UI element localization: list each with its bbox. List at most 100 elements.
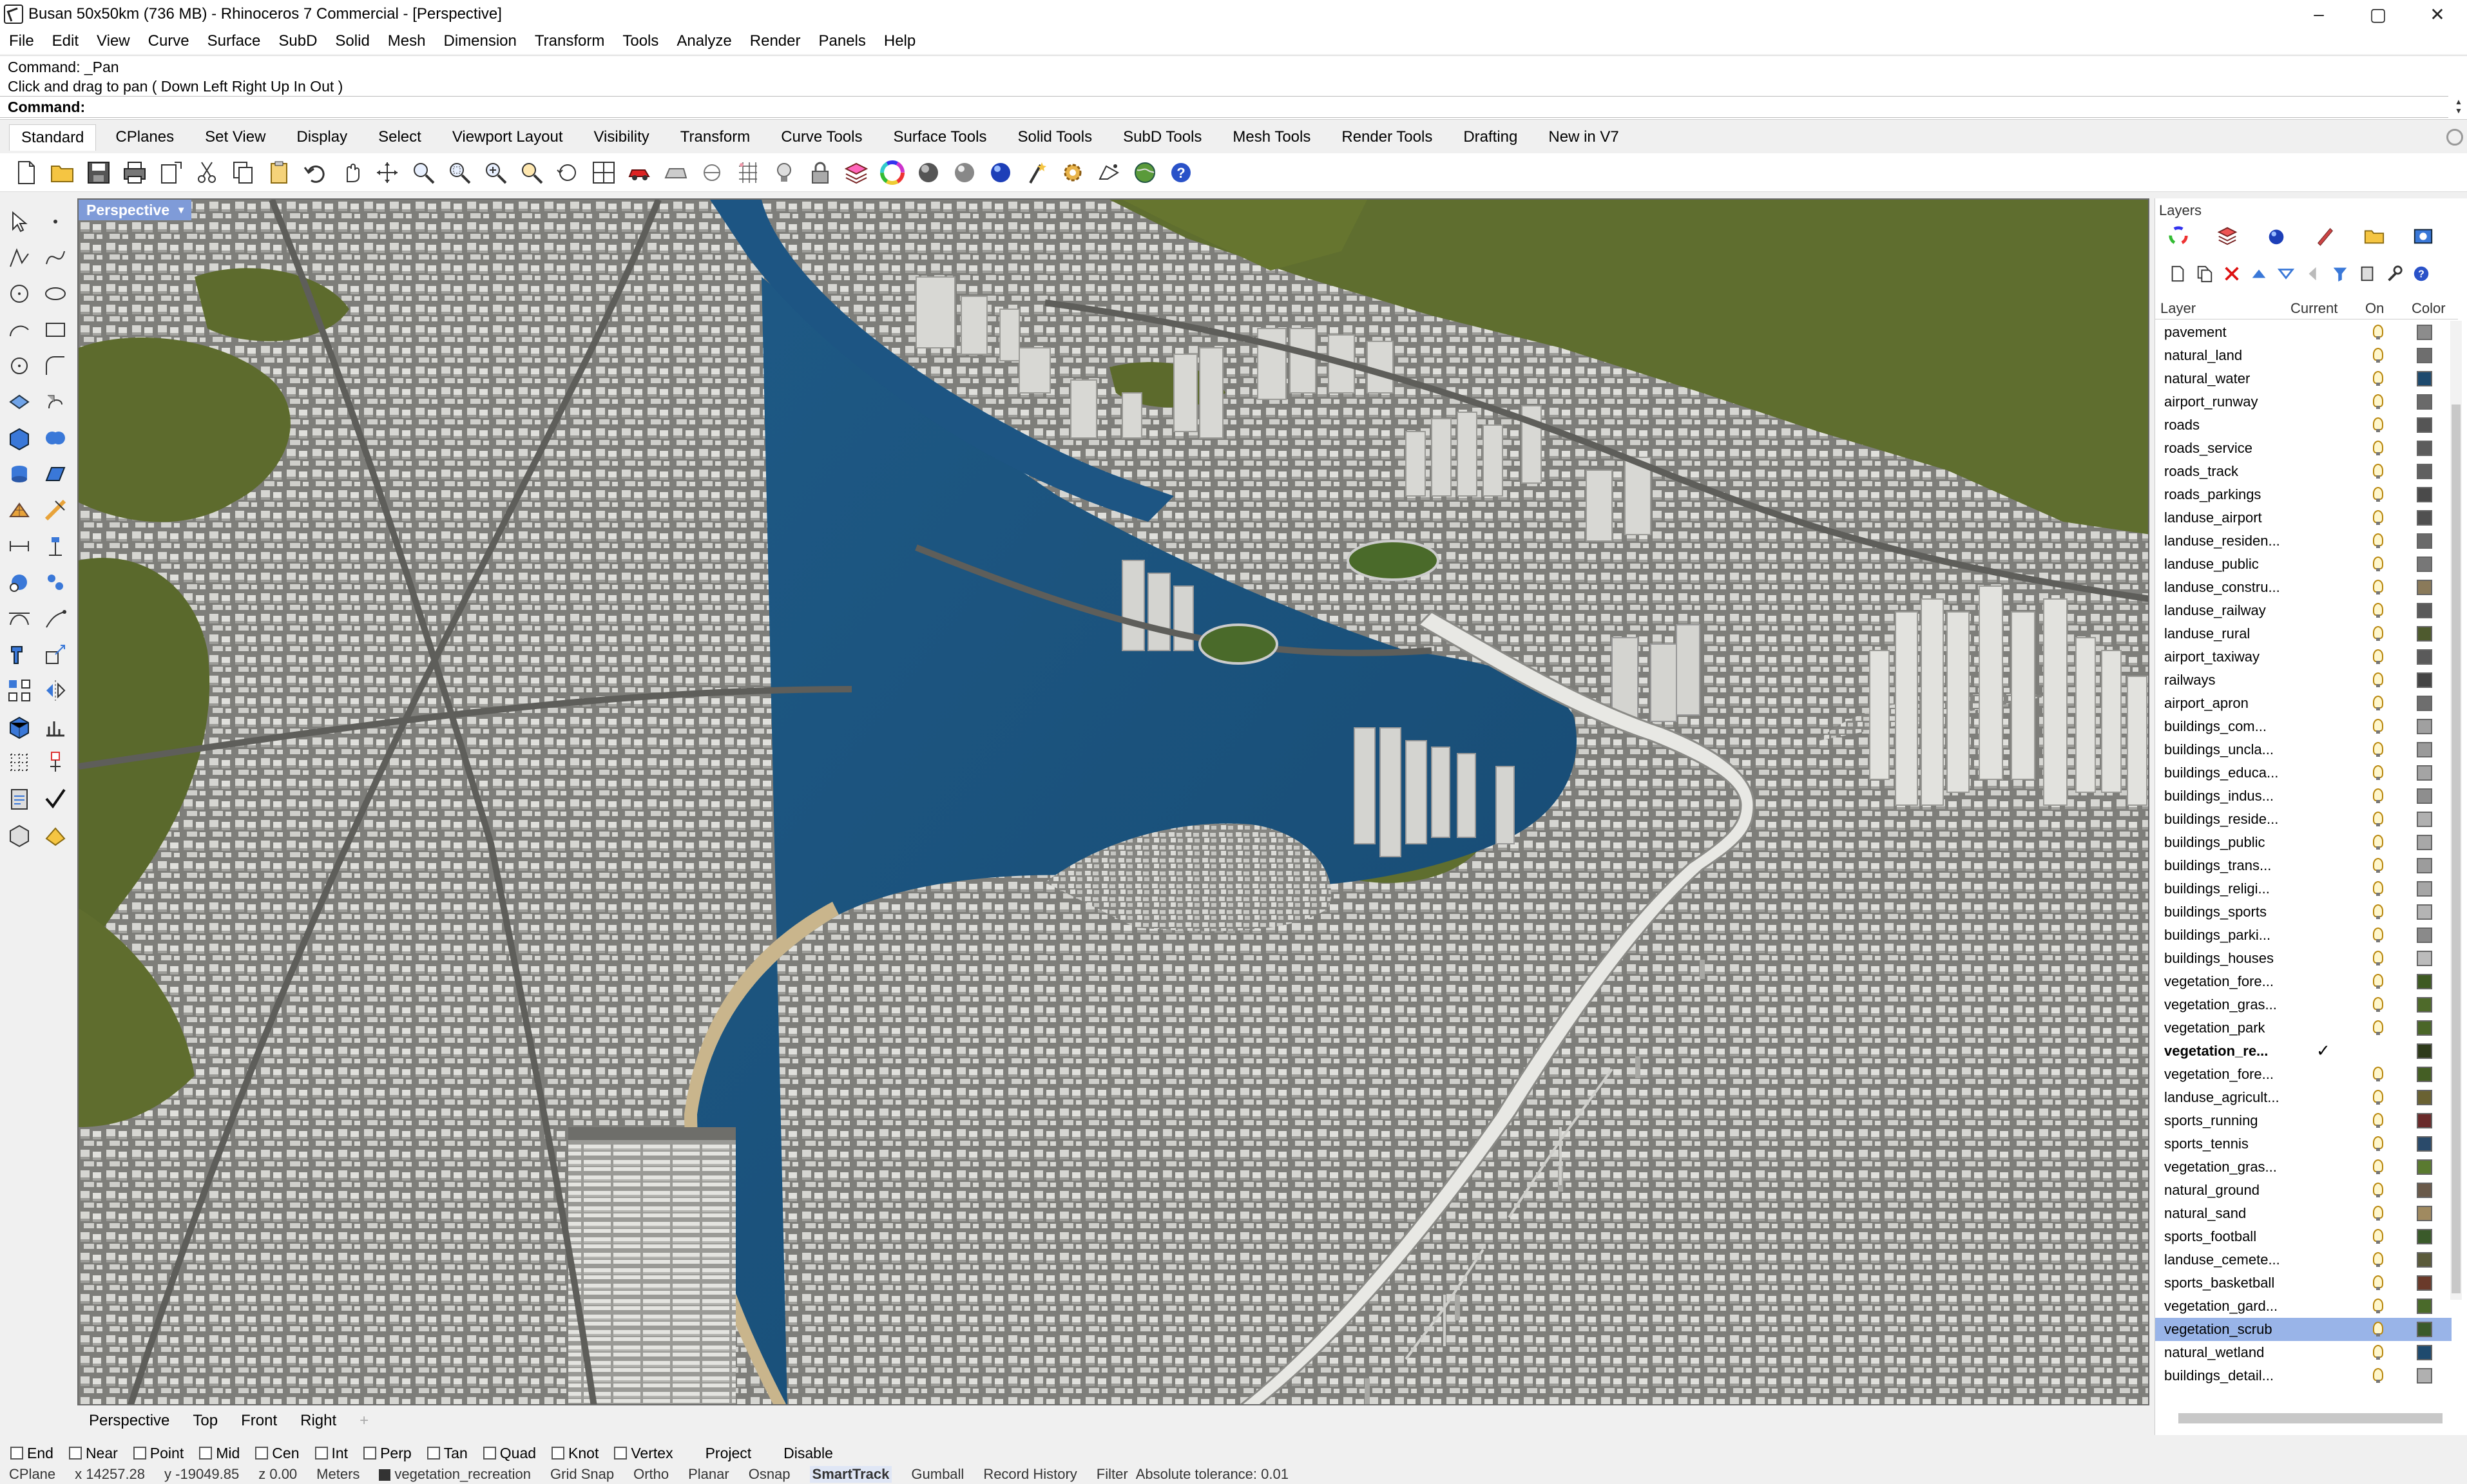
layer-visibility-bulb-icon[interactable] xyxy=(2373,1298,2383,1313)
layers-scrollbar[interactable] xyxy=(2450,321,2462,1300)
layer-color-swatch[interactable] xyxy=(2417,556,2432,572)
shaded-sphere-icon[interactable] xyxy=(914,158,943,187)
chevron-down-icon[interactable]: ▾ xyxy=(178,204,184,216)
car-select-icon[interactable] xyxy=(625,158,655,187)
layer-visibility-bulb-icon[interactable] xyxy=(2373,533,2383,548)
tab-subd-tools[interactable]: SubD Tools xyxy=(1111,124,1213,150)
move-up-icon[interactable] xyxy=(2248,263,2270,285)
four-viewports-icon[interactable] xyxy=(589,158,619,187)
fillet-curve-icon[interactable] xyxy=(40,350,71,381)
layer-row[interactable]: landuse_residen... xyxy=(2155,529,2452,553)
layer-visibility-bulb-icon[interactable] xyxy=(2373,371,2383,386)
render-material-icon[interactable] xyxy=(40,819,71,850)
layer-visibility-bulb-icon[interactable] xyxy=(2373,696,2383,710)
layer-visibility-bulb-icon[interactable] xyxy=(2373,904,2383,919)
col-color[interactable]: Color xyxy=(2412,300,2446,317)
object-properties-icon[interactable] xyxy=(661,158,691,187)
osnap-project[interactable]: Project xyxy=(689,1445,752,1462)
copy-icon[interactable] xyxy=(228,158,258,187)
checkbox[interactable] xyxy=(255,1447,269,1460)
box-edit-icon[interactable] xyxy=(4,711,35,742)
tab-viewport-layout[interactable]: Viewport Layout xyxy=(441,124,575,150)
checkbox[interactable] xyxy=(689,1447,702,1460)
layer-visibility-bulb-icon[interactable] xyxy=(2373,325,2383,339)
layer-visibility-bulb-icon[interactable] xyxy=(2373,510,2383,525)
osnap-end[interactable]: End xyxy=(10,1445,53,1462)
pan-icon[interactable] xyxy=(336,158,366,187)
layer-row[interactable]: landuse_cemete... xyxy=(2155,1248,2452,1271)
ortho-toggle[interactable]: Ortho xyxy=(633,1466,669,1483)
tab-new-in-v7[interactable]: New in V7 xyxy=(1537,124,1630,150)
layer-color-swatch[interactable] xyxy=(2417,696,2432,711)
layer-row[interactable]: buildings_sports xyxy=(2155,900,2452,924)
col-current[interactable]: Current xyxy=(2290,300,2337,317)
layer-row[interactable]: buildings_detail... xyxy=(2155,1364,2452,1387)
menu-file[interactable]: File xyxy=(9,32,34,50)
layer-color-swatch[interactable] xyxy=(2417,788,2432,804)
rotate-view-icon[interactable] xyxy=(372,158,402,187)
layer-visibility-bulb-icon[interactable] xyxy=(2373,1136,2383,1151)
tab-surface-tools[interactable]: Surface Tools xyxy=(881,124,998,150)
globe-icon[interactable] xyxy=(1130,158,1160,187)
layers-tab-icon[interactable] xyxy=(2216,224,2239,247)
layer-visibility-bulb-icon[interactable] xyxy=(2373,765,2383,780)
menu-subd[interactable]: SubD xyxy=(278,32,317,50)
units-label[interactable]: Meters xyxy=(316,1466,360,1483)
layer-visibility-bulb-icon[interactable] xyxy=(2373,394,2383,409)
layer-visibility-bulb-icon[interactable] xyxy=(2373,1090,2383,1105)
layer-color-swatch[interactable] xyxy=(2417,348,2432,363)
layer-visibility-bulb-icon[interactable] xyxy=(2373,441,2383,455)
layer-row[interactable]: airport_apron xyxy=(2155,692,2452,715)
osnap-tan[interactable]: Tan xyxy=(427,1445,468,1462)
layer-visibility-bulb-icon[interactable] xyxy=(2373,1368,2383,1383)
checkbox[interactable] xyxy=(68,1447,82,1460)
tab-render-tools[interactable]: Render Tools xyxy=(1330,124,1444,150)
split-icon[interactable] xyxy=(40,567,71,598)
layer-row[interactable]: buildings_religi... xyxy=(2155,877,2452,900)
sphere-edit-icon[interactable] xyxy=(4,567,35,598)
layer-row[interactable]: roads_track xyxy=(2155,460,2452,483)
mesh-icon[interactable] xyxy=(4,495,35,526)
layer-color-swatch[interactable] xyxy=(2417,835,2432,850)
layer-row[interactable]: vegetation_fore... xyxy=(2155,970,2452,993)
layer-visibility-bulb-icon[interactable] xyxy=(2373,1113,2383,1128)
command-scroll-arrows[interactable]: ▲ ▼ xyxy=(2453,97,2464,117)
layer-color-swatch[interactable] xyxy=(2417,603,2432,618)
layer-row[interactable]: vegetation_park xyxy=(2155,1016,2452,1040)
libraries-tab-icon[interactable] xyxy=(2363,224,2386,247)
osnap-int[interactable]: Int xyxy=(314,1445,348,1462)
move-left-icon[interactable] xyxy=(2302,263,2324,285)
layer-visibility-bulb-icon[interactable] xyxy=(2373,487,2383,502)
delete-layer-icon[interactable] xyxy=(2221,263,2243,285)
tab-transform[interactable]: Transform xyxy=(669,124,762,150)
paste-icon[interactable] xyxy=(264,158,294,187)
zoom-extents-icon[interactable] xyxy=(481,158,510,187)
polyline-icon[interactable] xyxy=(4,242,35,273)
tab-display[interactable]: Display xyxy=(285,124,359,150)
current-layer-status[interactable]: vegetation_recreation xyxy=(379,1466,531,1483)
layer-row[interactable]: natural_ground xyxy=(2155,1179,2452,1202)
layer-color-swatch[interactable] xyxy=(2417,742,2432,757)
history-icon[interactable] xyxy=(40,747,71,778)
undo-icon[interactable] xyxy=(300,158,330,187)
point-icon[interactable] xyxy=(40,206,71,237)
layer-visibility-bulb-icon[interactable] xyxy=(2373,417,2383,432)
options-gear-icon[interactable] xyxy=(1058,158,1088,187)
properties-icon[interactable] xyxy=(2167,224,2190,247)
rendered-sphere-icon[interactable] xyxy=(950,158,979,187)
layer-visibility-bulb-icon[interactable] xyxy=(2373,1275,2383,1290)
layer-color-swatch[interactable] xyxy=(2417,417,2432,433)
layer-row[interactable]: natural_water xyxy=(2155,367,2452,390)
clipboard-icon[interactable] xyxy=(4,783,35,814)
menu-panels[interactable]: Panels xyxy=(818,32,865,50)
layer-color-swatch[interactable] xyxy=(2417,974,2432,989)
new-sublayer-icon[interactable] xyxy=(2194,263,2216,285)
layer-color-swatch[interactable] xyxy=(2417,812,2432,827)
layer-visibility-bulb-icon[interactable] xyxy=(2373,649,2383,664)
layer-color-swatch[interactable] xyxy=(2417,1136,2432,1152)
extrude-surface-icon[interactable] xyxy=(40,386,71,417)
layer-visibility-bulb-icon[interactable] xyxy=(2373,997,2383,1012)
layer-row[interactable]: landuse_railway xyxy=(2155,599,2452,622)
osnap-disable[interactable]: Disable xyxy=(767,1445,833,1462)
array-icon[interactable] xyxy=(4,675,35,706)
